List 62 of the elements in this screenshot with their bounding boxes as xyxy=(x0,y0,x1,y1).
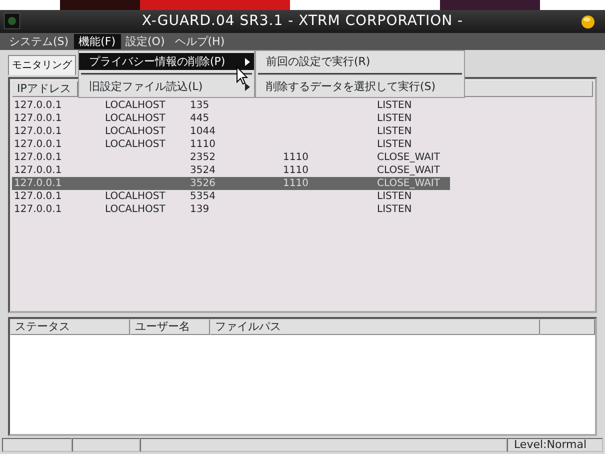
menu-item[interactable]: ヘルプ(H) xyxy=(170,34,230,49)
column-header[interactable]: ファイルパス xyxy=(210,319,540,335)
window-title: X-GUARD.04 SR3.1 - XTRM CORPORATION - xyxy=(142,15,464,28)
column-header[interactable]: IPアドレス xyxy=(12,81,78,97)
table-cell: 1110 xyxy=(283,178,308,189)
table-cell: 127.0.0.1 xyxy=(14,100,62,111)
table-cell: 2352 xyxy=(190,152,216,163)
table-cell: 1110 xyxy=(283,165,308,176)
tab[interactable]: モニタリング xyxy=(8,55,76,75)
menu-item[interactable]: システム(S) xyxy=(4,34,74,49)
table-cell: LISTEN xyxy=(377,191,412,202)
table-cell: 445 xyxy=(190,113,210,124)
table-cell: LOCALHOST xyxy=(105,191,166,202)
table-cell: 1110 xyxy=(190,139,216,150)
menu-item[interactable]: 前回の設定で実行(R) xyxy=(266,55,370,68)
table-cell: 127.0.0.1 xyxy=(14,204,62,215)
table-row[interactable]: 127.0.0.1 LOCALHOST 445 LISTEN xyxy=(12,112,450,125)
table-row[interactable]: 127.0.0.1 LOCALHOST 1044 LISTEN xyxy=(12,125,450,138)
table-cell: 127.0.0.1 xyxy=(14,165,62,176)
table-row[interactable]: 127.0.0.1 LOCALHOST 139 LISTEN xyxy=(12,203,450,216)
table-cell: LOCALHOST xyxy=(105,139,166,150)
column-header[interactable]: ユーザー名 xyxy=(130,319,210,335)
table-row[interactable]: 127.0.0.1 3524 1110 CLOSE_WAIT xyxy=(12,164,450,177)
table-cell: LISTEN xyxy=(377,126,412,137)
table-cell: LISTEN xyxy=(377,113,412,124)
orb-button[interactable] xyxy=(581,15,595,29)
status-level: Level:Normal xyxy=(507,438,603,452)
menu-item[interactable]: 設定(O) xyxy=(120,34,170,49)
table-cell: 127.0.0.1 xyxy=(14,139,62,150)
table-cell: LOCALHOST xyxy=(105,204,166,215)
table-cell: 127.0.0.1 xyxy=(14,178,62,189)
table-cell: CLOSE_WAIT xyxy=(377,152,440,163)
table-cell: LISTEN xyxy=(377,204,412,215)
cursor-icon xyxy=(236,66,248,85)
table-cell: 3524 xyxy=(190,165,216,176)
table-cell: 127.0.0.1 xyxy=(14,113,62,124)
table-cell: 127.0.0.1 xyxy=(14,152,62,163)
table-cell: LOCALHOST xyxy=(105,100,166,111)
table-row[interactable]: 127.0.0.1 LOCALHOST 135 LISTEN xyxy=(12,99,450,112)
table-cell: CLOSE_WAIT xyxy=(377,178,440,189)
table-row[interactable]: 127.0.0.1 3526 1110 CLOSE_WAIT xyxy=(12,177,450,190)
table-cell: LISTEN xyxy=(377,139,412,150)
column-header[interactable]: ステータス xyxy=(10,319,130,335)
table-cell: 3526 xyxy=(190,178,216,189)
table-cell: CLOSE_WAIT xyxy=(377,165,440,176)
table-cell: 139 xyxy=(190,204,210,215)
table-row[interactable]: 127.0.0.1 LOCALHOST 1110 LISTEN xyxy=(12,138,450,151)
menu-item[interactable]: 削除するデータを選択して実行(S) xyxy=(266,80,436,93)
menu-item[interactable]: 機能(F) xyxy=(74,34,120,49)
table-cell: 5354 xyxy=(190,191,216,202)
table-row[interactable]: 127.0.0.1 LOCALHOST 5354 LISTEN xyxy=(12,190,450,203)
table-cell: LISTEN xyxy=(377,100,412,111)
table-cell: 127.0.0.1 xyxy=(14,126,62,137)
app-icon xyxy=(4,13,20,29)
table-cell: LOCALHOST xyxy=(105,113,166,124)
table-cell: LOCALHOST xyxy=(105,126,166,137)
menu-item[interactable]: 旧設定ファイル読込(L) xyxy=(89,80,203,93)
table-row[interactable]: 127.0.0.1 2352 1110 CLOSE_WAIT xyxy=(12,151,450,164)
table-cell: 1044 xyxy=(190,126,216,137)
table-cell: 1110 xyxy=(283,152,308,163)
table-cell: 127.0.0.1 xyxy=(14,191,62,202)
table-cell: 135 xyxy=(190,100,210,111)
